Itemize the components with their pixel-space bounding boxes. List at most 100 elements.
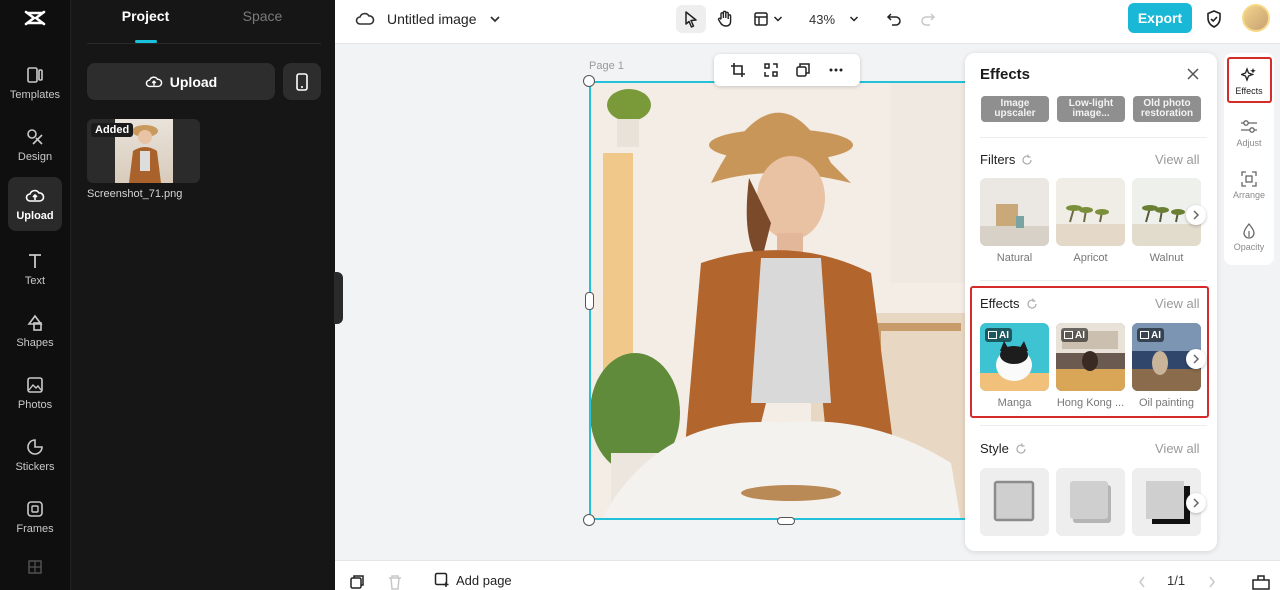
capcut-logo[interactable]: [23, 6, 47, 30]
rail-item-label: Stickers: [15, 461, 55, 473]
frames-icon: [27, 501, 43, 517]
undo-button[interactable]: [882, 5, 906, 33]
resize-handle-bottom-left[interactable]: [583, 514, 595, 526]
style-next-button[interactable]: [1186, 493, 1206, 513]
rail-item-frames[interactable]: Frames: [8, 490, 62, 544]
reset-icon[interactable]: [1015, 443, 1027, 455]
undo-icon: [886, 13, 901, 26]
crop-icon[interactable]: [730, 62, 746, 78]
filter-tile-apricot[interactable]: [1056, 178, 1125, 246]
rail-item-adjust[interactable]: Adjust: [1226, 109, 1272, 157]
chip-image-upscaler[interactable]: Image upscaler: [981, 96, 1049, 122]
chevron-down-icon: [849, 16, 859, 22]
close-icon[interactable]: [1186, 67, 1200, 81]
tab-space[interactable]: Space: [204, 0, 321, 43]
hand-icon: [717, 10, 732, 27]
canvas-image[interactable]: [589, 81, 969, 520]
layout-icon: [754, 12, 768, 26]
chevron-left-icon[interactable]: [1138, 576, 1146, 588]
chevron-right-icon[interactable]: [1208, 576, 1216, 588]
layout-tool-button[interactable]: [750, 5, 786, 33]
top-bar: Untitled image 43% Export: [335, 0, 1280, 44]
export-button[interactable]: Export: [1128, 3, 1192, 33]
asset-filename: Screenshot_71.png: [87, 188, 183, 200]
document-title[interactable]: Untitled image: [387, 11, 477, 27]
filter-preview-natural: [980, 178, 1049, 246]
style-tile-shadow[interactable]: [1056, 468, 1125, 536]
reset-icon[interactable]: [1021, 154, 1033, 166]
stickers-icon: [27, 439, 43, 455]
redo-button[interactable]: [916, 5, 940, 33]
rail-item-opacity[interactable]: Opacity: [1226, 213, 1272, 261]
trash-icon[interactable]: [387, 574, 403, 590]
style-title: Style: [980, 441, 1009, 456]
logo-icon: [24, 10, 46, 26]
rail-item-templates[interactable]: Templates: [8, 56, 62, 110]
filters-view-all[interactable]: View all: [1155, 152, 1200, 167]
divider: [980, 137, 1207, 138]
rail-item-label: Upload: [16, 210, 54, 222]
uploaded-asset[interactable]: Added: [87, 119, 200, 183]
phone-icon: [296, 72, 308, 91]
cloud-save-icon: [355, 12, 375, 25]
grid-icon: [28, 560, 42, 574]
left-rail: Templates Design Upload Text Shapes Phot…: [0, 0, 70, 590]
effects-panel-title: Effects: [980, 66, 1031, 83]
resize-handle-top-left[interactable]: [583, 75, 595, 87]
rail-item-photos[interactable]: Photos: [8, 366, 62, 420]
filter-label-natural: Natural: [996, 252, 1033, 264]
rail-item-more[interactable]: [8, 552, 62, 582]
divider: [980, 425, 1207, 426]
rail-item-design[interactable]: Design: [8, 118, 62, 172]
sliders-icon: [1241, 119, 1257, 133]
effects-tool-highlight: [1227, 57, 1272, 103]
rail-item-upload[interactable]: Upload: [8, 177, 62, 231]
mobile-upload-button[interactable]: [283, 63, 321, 100]
document-title-area: Untitled image: [355, 8, 501, 30]
rail-item-text[interactable]: Text: [8, 242, 62, 296]
rail-item-arrange[interactable]: Arrange: [1226, 161, 1272, 209]
panel-tabs: Project Space: [87, 0, 321, 44]
arrange-icon: [1241, 170, 1257, 187]
tab-project[interactable]: Project: [87, 0, 204, 43]
style-view-all[interactable]: View all: [1155, 441, 1200, 456]
flip-icon[interactable]: [763, 62, 779, 78]
add-page-icon: [434, 572, 449, 587]
resize-handle-bottom[interactable]: [777, 517, 795, 525]
filter-tile-natural[interactable]: [980, 178, 1049, 246]
chip-old-photo[interactable]: Old photo restoration: [1133, 96, 1201, 122]
filter-label-walnut: Walnut: [1149, 252, 1184, 264]
filters-title: Filters: [980, 152, 1016, 167]
page-copy-icon[interactable]: [349, 574, 365, 590]
rail-item-label: Shapes: [16, 337, 54, 349]
rail-item-shapes[interactable]: Shapes: [8, 304, 62, 358]
shield-button[interactable]: [1202, 5, 1226, 33]
templates-icon: [27, 67, 43, 83]
resize-handle-left[interactable]: [585, 292, 594, 310]
rail-item-stickers[interactable]: Stickers: [8, 428, 62, 482]
shapes-icon: [27, 314, 43, 331]
select-tool-button[interactable]: [676, 5, 706, 33]
add-page-button[interactable]: Add page: [434, 572, 512, 588]
more-options-icon[interactable]: [828, 62, 844, 78]
hand-tool-button[interactable]: [710, 5, 740, 33]
pages-panel-icon[interactable]: [1252, 574, 1270, 590]
chip-low-light[interactable]: Low-light image...: [1057, 96, 1125, 122]
text-icon: [29, 254, 41, 268]
rail-label-opacity: Opacity: [1233, 241, 1265, 252]
upload-button-label: Upload: [169, 73, 218, 90]
upload-button[interactable]: Upload: [87, 63, 275, 100]
shield-icon: [1207, 10, 1221, 28]
style-tile-outline[interactable]: [980, 468, 1049, 536]
rail-item-label: Text: [24, 275, 46, 287]
chevron-down-icon[interactable]: [489, 15, 501, 23]
panel-collapse-handle[interactable]: [334, 272, 343, 324]
image-toolbar: [714, 54, 860, 86]
duplicate-icon[interactable]: [795, 62, 811, 78]
redo-icon: [921, 13, 936, 26]
rail-item-label: Templates: [9, 89, 61, 101]
zoom-control[interactable]: 43%: [802, 5, 866, 33]
upload-cloud-icon: [145, 76, 163, 87]
filters-next-button[interactable]: [1186, 205, 1206, 225]
avatar[interactable]: [1242, 4, 1270, 32]
